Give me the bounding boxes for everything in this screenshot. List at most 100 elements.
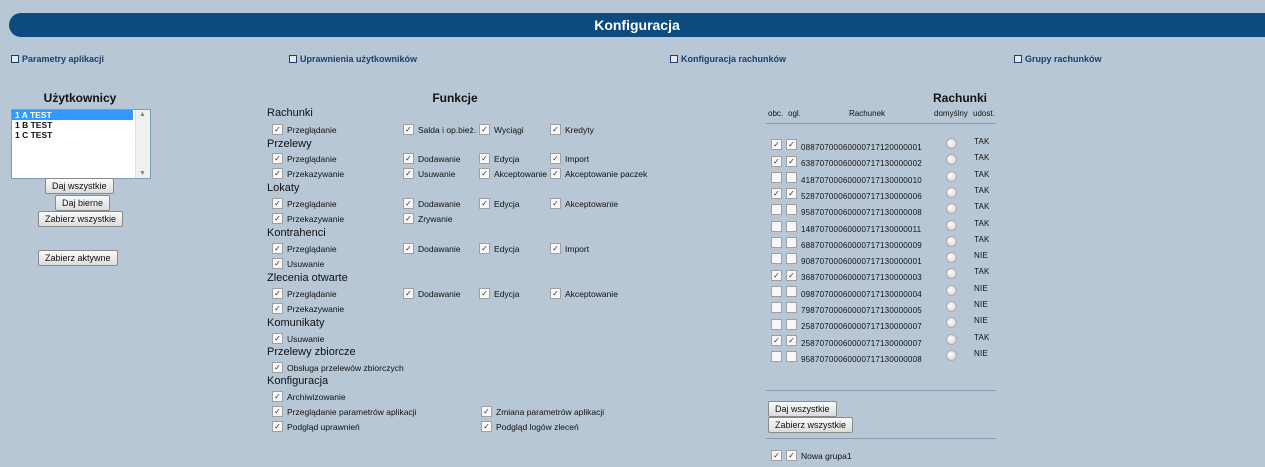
perm-checkbox[interactable]: Przeglądanie [272, 288, 337, 300]
obc-checkbox[interactable] [771, 139, 782, 151]
perm-checkbox[interactable]: Edycja [479, 153, 520, 165]
perm-checkbox[interactable]: Import [550, 153, 589, 165]
checkbox-icon[interactable] [272, 406, 283, 418]
checkbox-icon[interactable] [403, 213, 414, 225]
checkbox-icon[interactable] [272, 258, 283, 270]
ogl-checkbox[interactable] [786, 318, 797, 330]
perm-checkbox[interactable]: Akceptowanie [550, 198, 618, 210]
obc-checkbox[interactable] [771, 269, 782, 281]
users-listbox[interactable]: 1 A TEST 1 B TEST 1 C TEST ▲ ▼ [11, 109, 151, 179]
give-passive-button[interactable]: Daj bierne [55, 195, 111, 211]
checkbox-icon[interactable] [272, 391, 283, 403]
perm-checkbox[interactable]: Wyciągi [479, 124, 524, 136]
perm-checkbox[interactable]: Archiwizowanie [272, 391, 346, 403]
checkbox-icon[interactable] [550, 288, 561, 300]
checkbox-icon[interactable] [550, 243, 561, 255]
default-radio[interactable] [946, 268, 957, 280]
group-ogl-checkbox[interactable] [786, 450, 797, 462]
user-option[interactable]: 1 C TEST [12, 130, 133, 140]
obc-checkbox[interactable] [771, 285, 782, 297]
perm-checkbox[interactable]: Edycja [479, 198, 520, 210]
default-radio[interactable] [946, 203, 957, 215]
checkbox-icon[interactable] [403, 168, 414, 180]
default-radio[interactable] [946, 138, 957, 149]
checkbox-icon[interactable] [272, 362, 283, 374]
accounts-give-all-button[interactable]: Daj wszystkie [768, 401, 837, 417]
obc-checkbox[interactable] [771, 237, 782, 249]
perm-checkbox[interactable]: Salda i op.bież. [403, 124, 476, 136]
checkbox-icon[interactable] [403, 153, 414, 165]
checkbox-icon[interactable] [272, 124, 283, 136]
obc-checkbox[interactable] [771, 204, 782, 216]
listbox-scrollbar[interactable]: ▲ ▼ [135, 110, 150, 178]
default-radio[interactable] [946, 235, 957, 247]
default-radio[interactable] [946, 252, 957, 264]
checkbox-icon[interactable] [550, 198, 561, 210]
user-option[interactable]: 1 A TEST [12, 110, 133, 120]
perm-checkbox[interactable]: Edycja [479, 243, 520, 255]
checkbox-icon[interactable] [479, 198, 490, 210]
scroll-down-icon[interactable]: ▼ [139, 170, 146, 177]
default-radio[interactable] [946, 349, 957, 361]
perm-checkbox[interactable]: Akceptowanie [479, 168, 547, 180]
perm-checkbox[interactable]: Przeglądanie [272, 243, 337, 255]
ogl-checkbox[interactable] [786, 220, 797, 232]
checkbox-icon[interactable] [479, 288, 490, 300]
perm-checkbox[interactable]: Podgląd uprawnień [272, 421, 360, 433]
checkbox-icon[interactable] [479, 124, 490, 136]
default-radio[interactable] [946, 186, 957, 198]
obc-checkbox[interactable] [771, 188, 782, 200]
ogl-checkbox[interactable] [786, 351, 797, 363]
checkbox-icon[interactable] [272, 198, 283, 210]
ogl-checkbox[interactable] [786, 155, 797, 167]
nav-link-account-config[interactable]: Konfiguracja rachunków [670, 54, 786, 64]
take-active-button[interactable]: Zabierz aktywne [38, 250, 118, 266]
checkbox-icon[interactable] [403, 288, 414, 300]
perm-checkbox[interactable]: Dodawanie [403, 153, 461, 165]
obc-checkbox[interactable] [771, 253, 782, 265]
checkbox-icon[interactable] [479, 168, 490, 180]
checkbox-icon[interactable] [403, 198, 414, 210]
give-all-button[interactable]: Daj wszystkie [45, 178, 114, 194]
perm-checkbox[interactable]: Przeglądanie [272, 198, 337, 210]
ogl-checkbox[interactable] [786, 302, 797, 314]
account-group-row[interactable]: Nowa grupa1 [771, 450, 852, 462]
group-obc-checkbox[interactable] [771, 450, 782, 462]
checkbox-icon[interactable] [272, 243, 283, 255]
perm-checkbox[interactable]: Obsługa przelewów zbiorczych [272, 362, 404, 374]
obc-checkbox[interactable] [771, 302, 782, 314]
checkbox-icon[interactable] [481, 406, 492, 418]
obc-checkbox[interactable] [771, 318, 782, 330]
checkbox-icon[interactable] [272, 153, 283, 165]
ogl-checkbox[interactable] [786, 188, 797, 200]
checkbox-icon[interactable] [479, 153, 490, 165]
default-radio[interactable] [946, 301, 957, 312]
obc-checkbox[interactable] [771, 351, 782, 363]
ogl-checkbox[interactable] [786, 237, 797, 249]
checkbox-icon[interactable] [272, 288, 283, 300]
perm-checkbox[interactable]: Dodawanie [403, 288, 461, 300]
ogl-checkbox[interactable] [786, 269, 797, 281]
checkbox-icon[interactable] [550, 124, 561, 136]
perm-checkbox[interactable]: Kredyty [550, 124, 594, 136]
default-radio[interactable] [946, 219, 957, 231]
user-option[interactable]: 1 B TEST [12, 120, 133, 130]
nav-link-user-permissions[interactable]: Uprawnienia użytkowników [289, 54, 417, 64]
perm-checkbox[interactable]: Podgląd logów zleceń [481, 421, 579, 433]
obc-checkbox[interactable] [771, 155, 782, 167]
ogl-checkbox[interactable] [786, 334, 797, 346]
default-radio[interactable] [946, 284, 957, 296]
default-radio[interactable] [946, 333, 957, 345]
default-radio[interactable] [946, 317, 957, 329]
default-radio[interactable] [946, 154, 957, 166]
perm-checkbox[interactable]: Dodawanie [403, 243, 461, 255]
perm-checkbox[interactable]: Usuwanie [272, 258, 324, 270]
scroll-up-icon[interactable]: ▲ [139, 111, 146, 118]
perm-checkbox[interactable]: Zrywanie [403, 213, 452, 225]
checkbox-icon[interactable] [272, 421, 283, 433]
checkbox-icon[interactable] [403, 124, 414, 136]
take-all-button[interactable]: Zabierz wszystkie [38, 211, 124, 227]
checkbox-icon[interactable] [481, 421, 492, 433]
perm-checkbox[interactable]: Zmiana parametrów aplikacji [481, 406, 604, 418]
checkbox-icon[interactable] [272, 213, 283, 225]
